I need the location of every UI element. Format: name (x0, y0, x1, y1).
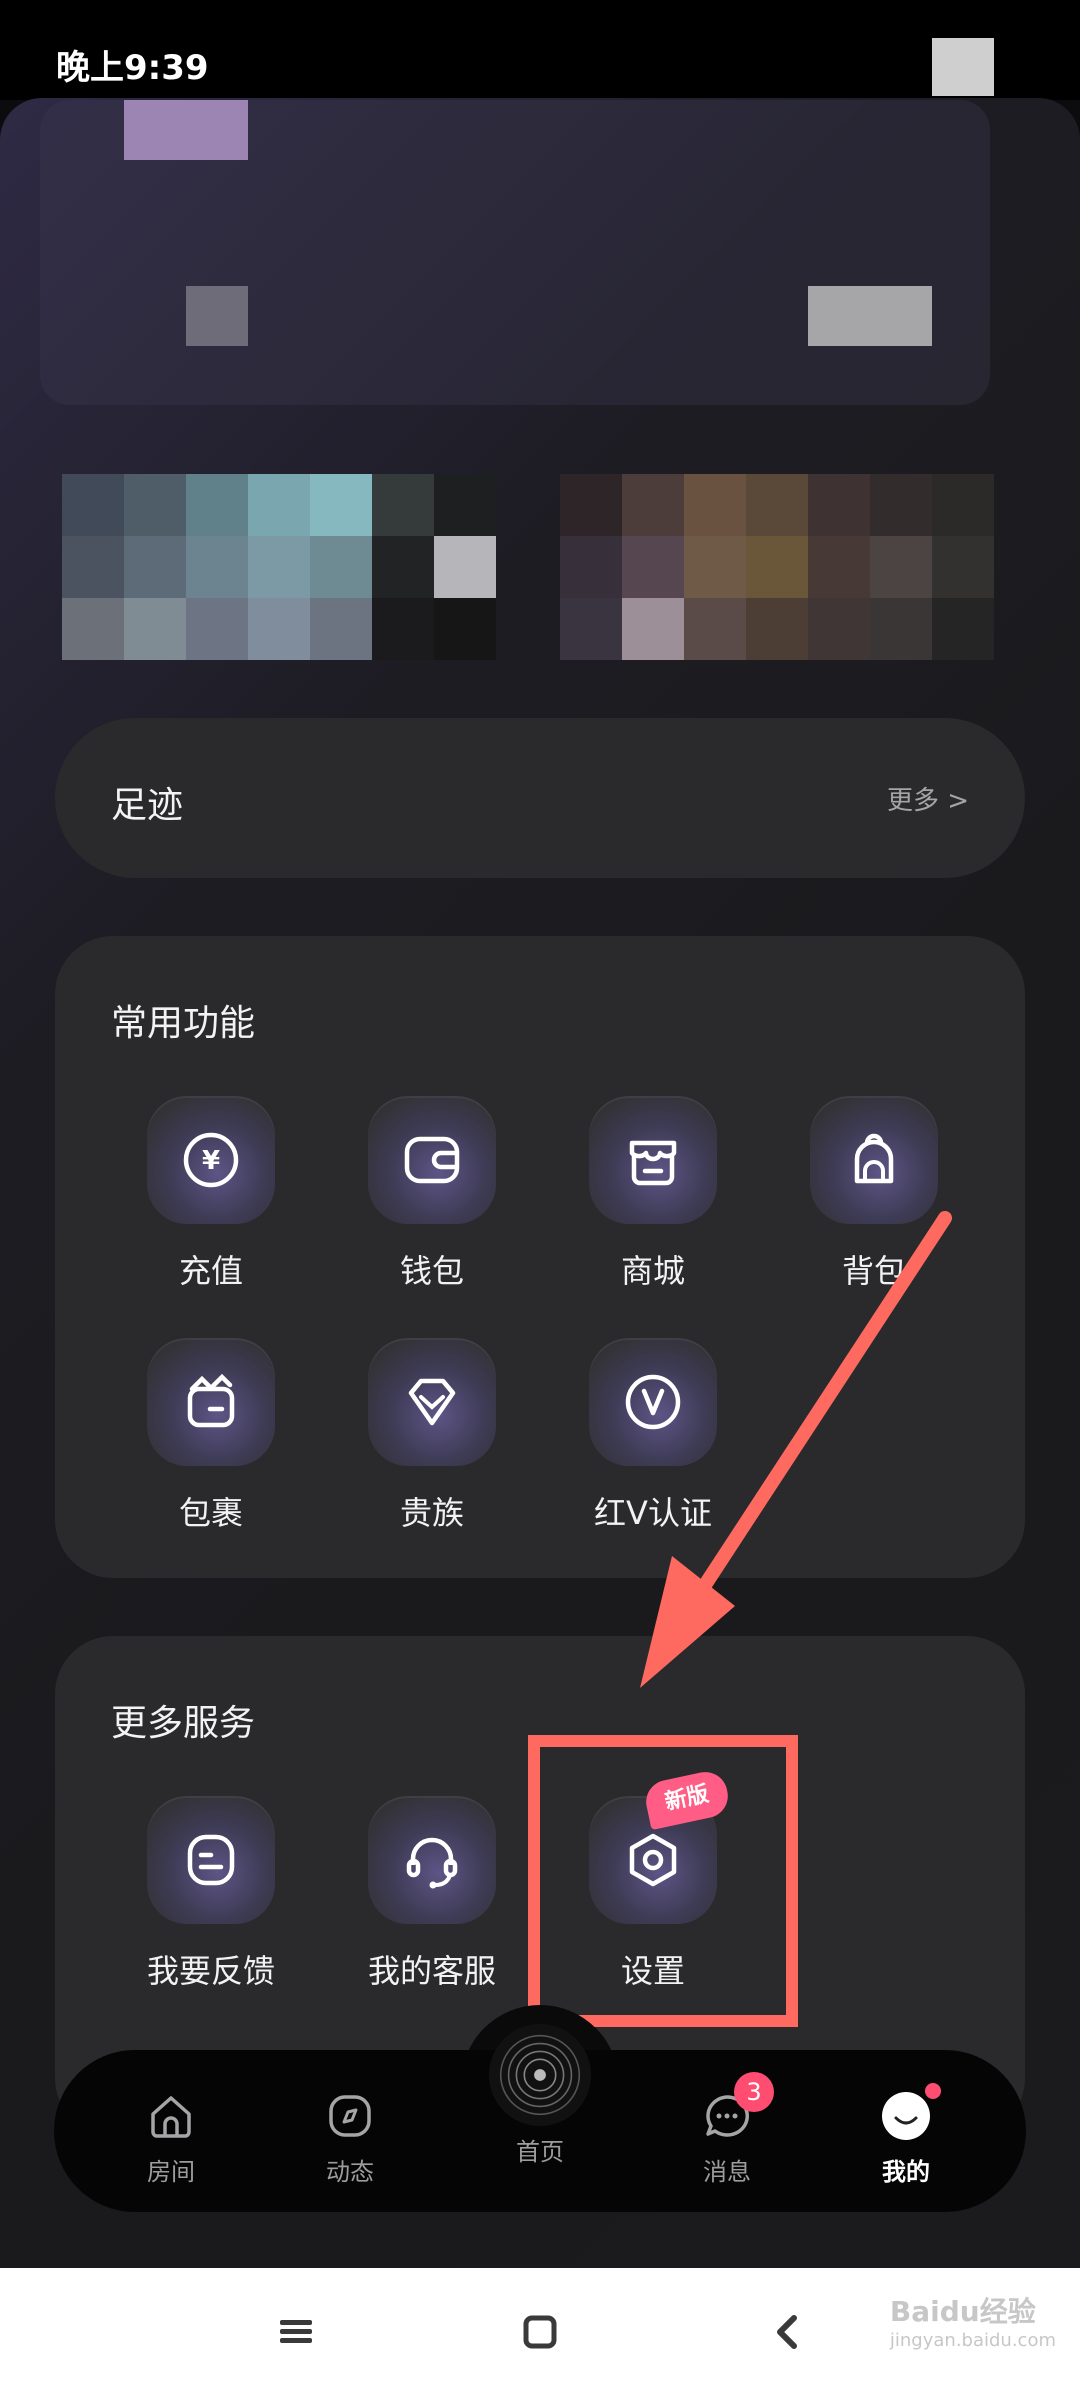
compass-icon (329, 2095, 371, 2137)
back-icon[interactable] (768, 2312, 808, 2352)
watermark-text: Baidu经验 (889, 2295, 1036, 2328)
tab-home-label: 首页 (516, 2138, 564, 2166)
messages-count-badge: 3 (734, 2072, 774, 2112)
baidu-watermark: Baidu经验 jingyan.baidu.com (890, 2290, 1056, 2351)
me-notification-dot (925, 2083, 941, 2099)
tab-room[interactable]: 房间 (116, 2088, 226, 2187)
tab-messages-label: 消息 (703, 2158, 751, 2186)
house-icon (151, 2096, 191, 2138)
tab-me-label: 我的 (882, 2158, 930, 2186)
smiley-avatar-icon (882, 2092, 930, 2140)
tab-room-label: 房间 (147, 2158, 195, 2186)
bottom-tab-bar: 房间 动态 首页 消息 我的 (54, 2023, 1026, 2212)
tab-moments-label: 动态 (326, 2158, 374, 2186)
vinyl-disc-icon (488, 2023, 592, 2127)
menu-icon[interactable] (276, 2312, 316, 2352)
watermark-sub: jingyan.baidu.com (889, 2330, 1056, 2351)
tab-home[interactable]: 首页 (485, 2020, 595, 2167)
tab-me[interactable]: 我的 (851, 2088, 961, 2187)
home-icon[interactable] (520, 2312, 560, 2352)
tab-moments[interactable]: 动态 (295, 2088, 405, 2187)
